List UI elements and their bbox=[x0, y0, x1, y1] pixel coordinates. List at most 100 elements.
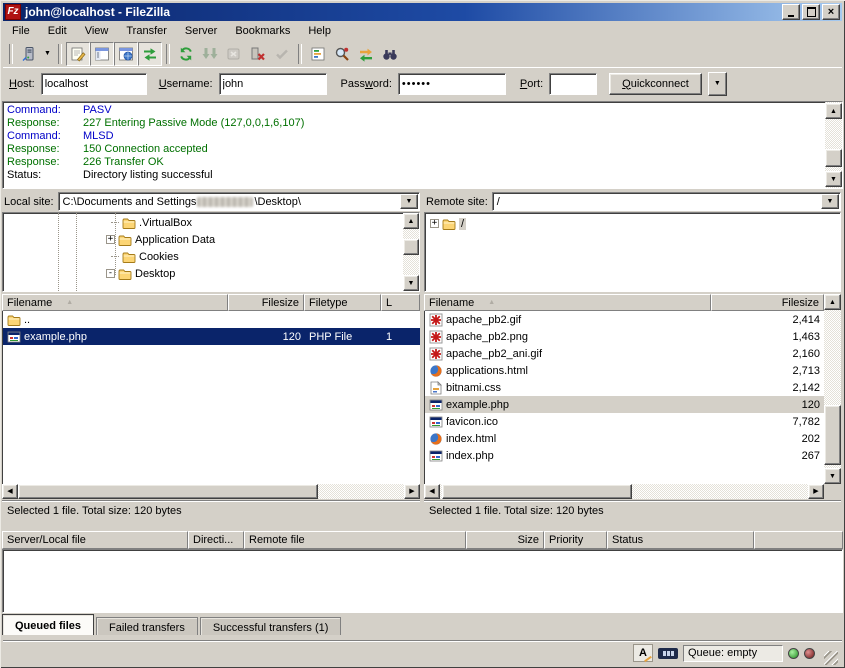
host-input[interactable] bbox=[41, 73, 147, 95]
chevron-down-icon[interactable]: ▼ bbox=[821, 194, 839, 209]
username-input[interactable] bbox=[219, 73, 327, 95]
minimize-button[interactable] bbox=[782, 4, 800, 20]
ascii-datatype-icon[interactable]: A bbox=[633, 644, 653, 662]
expand-icon[interactable]: + bbox=[106, 235, 115, 244]
log-scrollbar-thumb[interactable] bbox=[825, 149, 842, 167]
file-row-selected[interactable]: example.php 120 PHP File 1 bbox=[3, 328, 420, 345]
site-manager-dropdown[interactable]: ▼ bbox=[41, 50, 54, 57]
file-row[interactable]: apache_pb2_ani.gif2,160 bbox=[425, 345, 824, 362]
scroll-down-icon[interactable]: ▼ bbox=[825, 171, 842, 187]
menu-file[interactable]: File bbox=[3, 23, 39, 39]
menu-edit[interactable]: Edit bbox=[39, 23, 76, 39]
process-queue-button[interactable] bbox=[198, 42, 222, 66]
local-tree-scrollbar-thumb[interactable] bbox=[403, 239, 419, 255]
file-row[interactable]: apache_pb2.png1,463 bbox=[425, 328, 824, 345]
local-site-combobox[interactable]: C:\Documents and Settings\Desktop\ ▼ bbox=[58, 192, 420, 211]
chevron-down-icon[interactable]: ▼ bbox=[400, 194, 418, 209]
scroll-up-icon[interactable]: ▲ bbox=[824, 294, 841, 310]
local-tree-scrollbar[interactable]: ▲ ▼ bbox=[403, 213, 419, 291]
file-row[interactable]: bitnami.css2,142 bbox=[425, 379, 824, 396]
remote-directory-tree[interactable]: +/ bbox=[424, 212, 841, 292]
column-header-filesize[interactable]: Filesize bbox=[711, 294, 824, 311]
file-row-parent[interactable]: .. bbox=[3, 311, 420, 328]
remote-site-combobox[interactable]: / ▼ bbox=[492, 192, 841, 211]
resize-grip[interactable] bbox=[824, 651, 838, 665]
menu-bookmarks[interactable]: Bookmarks bbox=[226, 23, 299, 39]
scroll-left-icon[interactable]: ◀ bbox=[424, 484, 440, 499]
find-files-button[interactable] bbox=[378, 42, 402, 66]
scroll-down-icon[interactable]: ▼ bbox=[403, 275, 419, 291]
cancel-operation-button[interactable] bbox=[222, 42, 246, 66]
expand-icon[interactable]: + bbox=[430, 219, 439, 228]
toggle-message-log-button[interactable] bbox=[66, 42, 90, 66]
file-row[interactable]: index.html202 bbox=[425, 430, 824, 447]
scroll-up-icon[interactable]: ▲ bbox=[825, 103, 842, 119]
column-header-status[interactable]: Status bbox=[607, 531, 754, 549]
scroll-right-icon[interactable]: ▶ bbox=[808, 484, 824, 499]
file-row-selected[interactable]: example.php120 bbox=[425, 396, 824, 413]
column-header-filesize[interactable]: Filesize bbox=[228, 294, 304, 311]
file-row[interactable]: apache_pb2.gif2,414 bbox=[425, 311, 824, 328]
log-scrollbar[interactable]: ▲ ▼ bbox=[825, 102, 842, 188]
tree-item-cookies[interactable]: Cookies bbox=[111, 248, 179, 265]
toggle-local-tree-button[interactable] bbox=[90, 42, 114, 66]
remote-file-list[interactable]: apache_pb2.gif2,414 apache_pb2.png1,463 … bbox=[424, 311, 824, 484]
message-log[interactable]: Command:PASV Response:227 Entering Passi… bbox=[2, 101, 843, 189]
log-label: Response: bbox=[7, 156, 83, 169]
close-button[interactable]: × bbox=[822, 4, 840, 20]
refresh-button[interactable] bbox=[174, 42, 198, 66]
scroll-left-icon[interactable]: ◀ bbox=[2, 484, 18, 499]
quickconnect-button[interactable]: Quickconnect bbox=[609, 73, 702, 95]
abort-button[interactable] bbox=[270, 42, 294, 66]
scroll-down-icon[interactable]: ▼ bbox=[824, 468, 841, 484]
password-input[interactable] bbox=[398, 73, 506, 95]
site-manager-button[interactable] bbox=[17, 42, 41, 66]
local-list-hscrollbar[interactable]: ◀ ▶ bbox=[2, 484, 420, 499]
tree-item-desktop[interactable]: -Desktop bbox=[106, 265, 175, 282]
quickconnect-dropdown[interactable]: ▼ bbox=[708, 72, 727, 96]
maximize-button[interactable] bbox=[802, 4, 820, 20]
column-header-last-modified[interactable]: L bbox=[381, 294, 420, 311]
column-header-filename[interactable]: Filename▲ bbox=[2, 294, 228, 311]
local-directory-tree[interactable]: .VirtualBox +Application Data Cookies -D… bbox=[2, 212, 420, 292]
disconnect-button[interactable] bbox=[246, 42, 270, 66]
port-input[interactable] bbox=[549, 73, 597, 95]
local-file-list[interactable]: .. example.php 120 PHP File 1 bbox=[2, 311, 420, 484]
toggle-remote-tree-button[interactable] bbox=[114, 42, 138, 66]
transfer-queue-list[interactable] bbox=[2, 549, 843, 613]
tree-item-virtualbox[interactable]: .VirtualBox bbox=[111, 214, 192, 231]
file-row[interactable]: applications.html2,713 bbox=[425, 362, 824, 379]
column-header-filetype[interactable]: Filetype bbox=[304, 294, 381, 311]
menu-view[interactable]: View bbox=[76, 23, 118, 39]
filter-button[interactable] bbox=[306, 42, 330, 66]
remote-hscrollbar-thumb[interactable] bbox=[442, 484, 632, 499]
menu-transfer[interactable]: Transfer bbox=[117, 23, 176, 39]
column-header-filename[interactable]: Filename▲ bbox=[424, 294, 711, 311]
connection-status-icon[interactable] bbox=[658, 648, 678, 659]
toggle-queue-button[interactable] bbox=[138, 42, 162, 66]
directory-comparison-button[interactable] bbox=[330, 42, 354, 66]
file-row[interactable]: favicon.ico7,782 bbox=[425, 413, 824, 430]
column-header-direction[interactable]: Directi... bbox=[188, 531, 244, 549]
file-row[interactable]: index.php267 bbox=[425, 447, 824, 464]
remote-list-scrollbar-thumb[interactable] bbox=[824, 405, 841, 465]
scroll-up-icon[interactable]: ▲ bbox=[403, 213, 419, 229]
collapse-icon[interactable]: - bbox=[106, 269, 115, 278]
local-hscrollbar-thumb[interactable] bbox=[18, 484, 318, 499]
tab-successful-transfers[interactable]: Successful transfers (1) bbox=[200, 617, 342, 635]
column-header-priority[interactable]: Priority bbox=[544, 531, 607, 549]
remote-list-scrollbar[interactable]: ▲ ▼ bbox=[824, 294, 841, 484]
column-header-server-local-file[interactable]: Server/Local file bbox=[2, 531, 188, 549]
menu-help[interactable]: Help bbox=[299, 23, 340, 39]
tab-queued-files[interactable]: Queued files bbox=[2, 614, 94, 635]
column-header-size[interactable]: Size bbox=[466, 531, 544, 549]
menu-server[interactable]: Server bbox=[176, 23, 226, 39]
remote-list-hscrollbar[interactable]: ◀ ▶ bbox=[424, 484, 824, 499]
tab-failed-transfers[interactable]: Failed transfers bbox=[96, 617, 198, 635]
column-header-remote-file[interactable]: Remote file bbox=[244, 531, 466, 549]
scroll-right-icon[interactable]: ▶ bbox=[404, 484, 420, 499]
tree-item-application-data[interactable]: +Application Data bbox=[106, 231, 215, 248]
directory-comparison-icon bbox=[334, 46, 350, 62]
tree-item-root[interactable]: +/ bbox=[430, 215, 466, 232]
synchronized-browsing-button[interactable] bbox=[354, 42, 378, 66]
